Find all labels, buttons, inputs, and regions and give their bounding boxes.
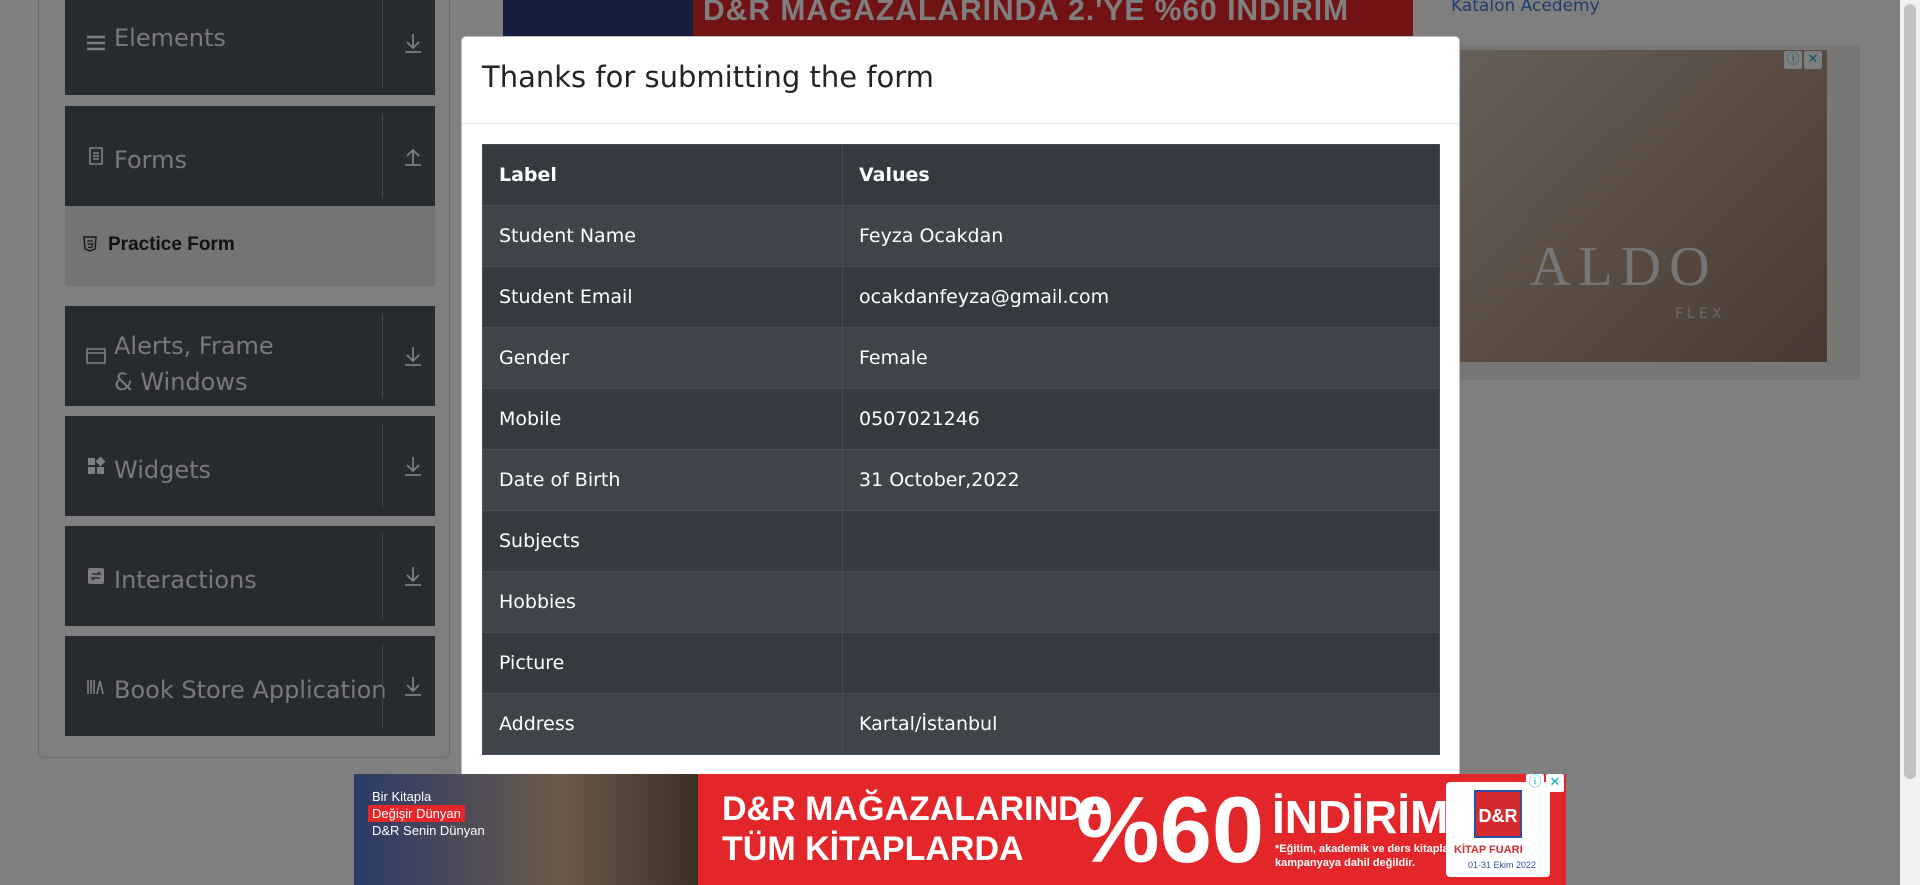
table-row: Gender Female xyxy=(482,327,1440,389)
tagline-line: Değişir Dünyan xyxy=(368,805,465,822)
table-row: Subjects xyxy=(482,510,1440,572)
modal-title: Thanks for submitting the form xyxy=(482,60,934,94)
bottom-ad-sale: İNDİRİM xyxy=(1272,791,1449,843)
column-header-values: Values xyxy=(842,144,1440,206)
table-row: Date of Birth 31 October,2022 xyxy=(482,449,1440,511)
row-label-cell: Student Email xyxy=(482,266,843,328)
row-label-cell: Picture xyxy=(482,632,843,694)
table-row: Hobbies xyxy=(482,571,1440,633)
bottom-ad-line2: TÜM KİTAPLARDA xyxy=(722,830,1024,868)
row-value-cell: Feyza Ocakdan xyxy=(842,205,1440,267)
tagline-line: D&R Senin Dünyan xyxy=(372,823,485,838)
bottom-ad-line1: D&R MAĞAZALARINDA xyxy=(722,790,1108,828)
table-row: Picture xyxy=(482,632,1440,694)
tagline-line: Bir Kitapla xyxy=(372,789,432,804)
scrollbar-thumb[interactable] xyxy=(1904,4,1916,779)
row-label-cell: Mobile xyxy=(482,388,843,450)
row-value-cell: ocakdanfeyza@gmail.com xyxy=(842,266,1440,328)
page-scrollbar[interactable] xyxy=(1900,0,1920,885)
modal-header: Thanks for submitting the form xyxy=(462,37,1459,124)
bottom-ad-tagline: Bir Kitapla Değişir Dünyan D&R Senin Dün… xyxy=(368,788,489,839)
row-value-cell xyxy=(842,571,1440,633)
row-label-cell: Gender xyxy=(482,327,843,389)
dr-fair-dates: 01-31 Ekim 2022 xyxy=(1468,860,1537,870)
ad-close-icon[interactable]: ✕ xyxy=(1546,774,1564,792)
column-header-label: Label xyxy=(482,144,843,206)
row-label-cell: Address xyxy=(482,693,843,755)
ad-info-icon[interactable]: ⓘ xyxy=(1526,774,1544,792)
row-value-cell: 31 October,2022 xyxy=(842,449,1440,511)
table-row: Student Email ocakdanfeyza@gmail.com xyxy=(482,266,1440,328)
row-value-cell xyxy=(842,632,1440,694)
dr-logo: D&R KİTAP FUARI 01-31 Ekim 2022 xyxy=(1446,782,1550,877)
modal-body: Label Values Student Name Feyza Ocakdan St… xyxy=(462,124,1459,775)
bottom-ad-discount: %60 xyxy=(1076,777,1265,882)
row-label-cell: Subjects xyxy=(482,510,843,572)
row-value-cell: 0507021246 xyxy=(842,388,1440,450)
submission-table: Label Values Student Name Feyza Ocakdan St… xyxy=(482,144,1440,755)
bottom-banner-ad[interactable]: Bir Kitapla Değişir Dünyan D&R Senin Dün… xyxy=(354,774,1566,885)
table-row: Student Name Feyza Ocakdan xyxy=(482,205,1440,267)
row-value-cell: Female xyxy=(842,327,1440,389)
table-header-row: Label Values xyxy=(482,144,1440,206)
row-value-cell: Kartal/İstanbul xyxy=(842,693,1440,755)
row-value-cell xyxy=(842,510,1440,572)
row-label-cell: Student Name xyxy=(482,205,843,267)
row-label-cell: Date of Birth xyxy=(482,449,843,511)
bottom-ad-photo: Bir Kitapla Değişir Dünyan D&R Senin Dün… xyxy=(354,774,698,885)
table-row: Address Kartal/İstanbul xyxy=(482,693,1440,755)
table-row: Mobile 0507021246 xyxy=(482,388,1440,450)
dr-fair-label: KİTAP FUARI xyxy=(1454,844,1523,856)
submission-modal: Thanks for submitting the form Label Val… xyxy=(461,36,1460,856)
dr-logo-mark: D&R xyxy=(1474,790,1522,838)
row-label-cell: Hobbies xyxy=(482,571,843,633)
